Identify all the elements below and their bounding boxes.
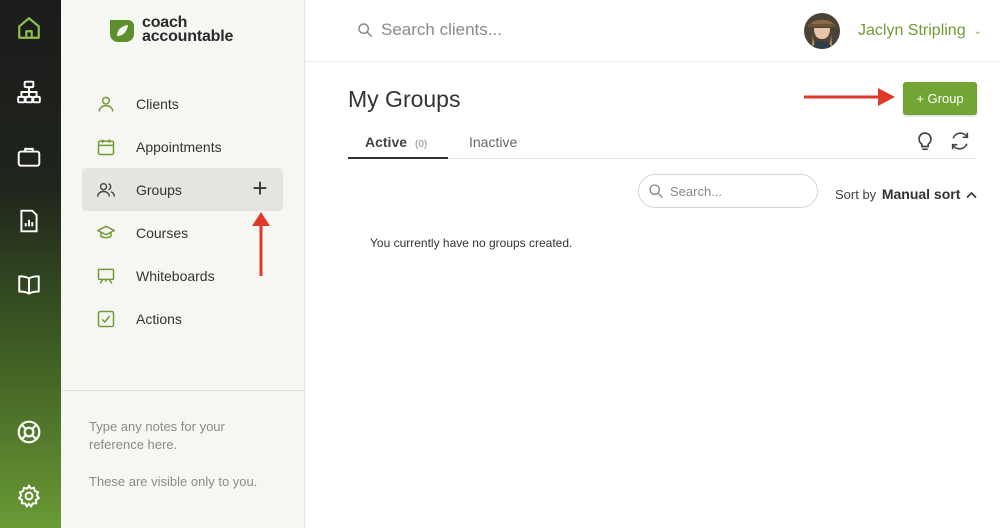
group-status-tabs: Active (0) Inactive (348, 126, 977, 159)
people-icon (96, 180, 116, 200)
search-icon (358, 23, 373, 38)
refresh-icon[interactable] (949, 130, 971, 152)
book-icon[interactable] (14, 270, 44, 300)
checkbox-icon (96, 309, 116, 329)
add-group-button[interactable]: + Group (903, 82, 977, 115)
search-icon (649, 184, 664, 199)
help-lifebuoy-icon[interactable] (14, 417, 44, 447)
notes-placeholder-line2: These are visible only to you. (89, 474, 258, 489)
tab-inactive[interactable]: Inactive (469, 134, 517, 150)
notes-placeholder-line1: Type any notes for your reference here. (89, 419, 225, 452)
app-rail (0, 0, 61, 528)
page-title: My Groups (348, 86, 461, 112)
sidebar-item-clients[interactable]: Clients (82, 82, 283, 125)
search-groups-input[interactable] (670, 183, 810, 199)
whiteboard-icon (96, 266, 116, 286)
active-tab-indicator (348, 157, 448, 159)
logo-text: coach accountable (142, 15, 234, 45)
group-search (638, 174, 818, 208)
logo[interactable]: coach accountable (108, 15, 234, 45)
sidebar-item-groups[interactable]: Groups + (82, 168, 283, 211)
sidebar-divider (61, 390, 304, 391)
calendar-icon (96, 137, 116, 157)
logo-leaf-icon (110, 20, 134, 42)
annotation-arrow-up-icon (252, 212, 270, 276)
annotation-arrow-right-icon (804, 88, 895, 106)
avatar[interactable] (804, 13, 840, 49)
graduation-cap-icon (96, 223, 116, 243)
sidebar-item-label: Courses (136, 224, 189, 241)
sidebar-item-appointments[interactable]: Appointments (82, 125, 283, 168)
user-name[interactable]: Jaclyn Stripling (858, 22, 966, 40)
notes-area[interactable]: Type any notes for your reference here. … (89, 418, 279, 491)
sidebar-item-label: Groups (136, 181, 182, 198)
tab-active-count: (0) (415, 139, 428, 150)
sidebar-item-label: Actions (136, 310, 182, 327)
sort-label: Sort by (835, 187, 877, 202)
chevron-down-icon[interactable]: ⌄ (974, 26, 982, 37)
user-menu[interactable]: Jaclyn Stripling ⌄ (804, 13, 982, 49)
org-chart-icon[interactable] (14, 77, 44, 107)
tab-active-label: Active (365, 134, 408, 150)
tab-active[interactable]: Active (0) (365, 134, 427, 150)
top-bar: Jaclyn Stripling ⌄ (305, 0, 1000, 62)
home-icon[interactable] (14, 13, 44, 43)
sort-control[interactable]: Sort by Manual sort (835, 186, 977, 202)
sidebar-item-actions[interactable]: Actions (82, 297, 283, 340)
sidebar-item-label: Clients (136, 95, 179, 112)
search-clients-input[interactable] (381, 20, 621, 40)
sort-value[interactable]: Manual sort (882, 186, 961, 202)
sidebar-item-label: Whiteboards (136, 267, 215, 284)
client-search (357, 20, 621, 40)
person-icon (96, 94, 116, 114)
empty-state-message: You currently have no groups created. (370, 236, 573, 250)
settings-gear-icon[interactable] (14, 481, 44, 511)
reports-icon[interactable] (14, 206, 44, 236)
sidebar-item-label: Appointments (136, 138, 222, 155)
briefcase-icon[interactable] (14, 142, 44, 172)
add-group-plus-button[interactable]: + (249, 175, 271, 201)
lightbulb-icon[interactable] (914, 130, 936, 152)
chevron-up-icon[interactable] (966, 190, 977, 202)
logo-text-line2: accountable (142, 28, 234, 45)
